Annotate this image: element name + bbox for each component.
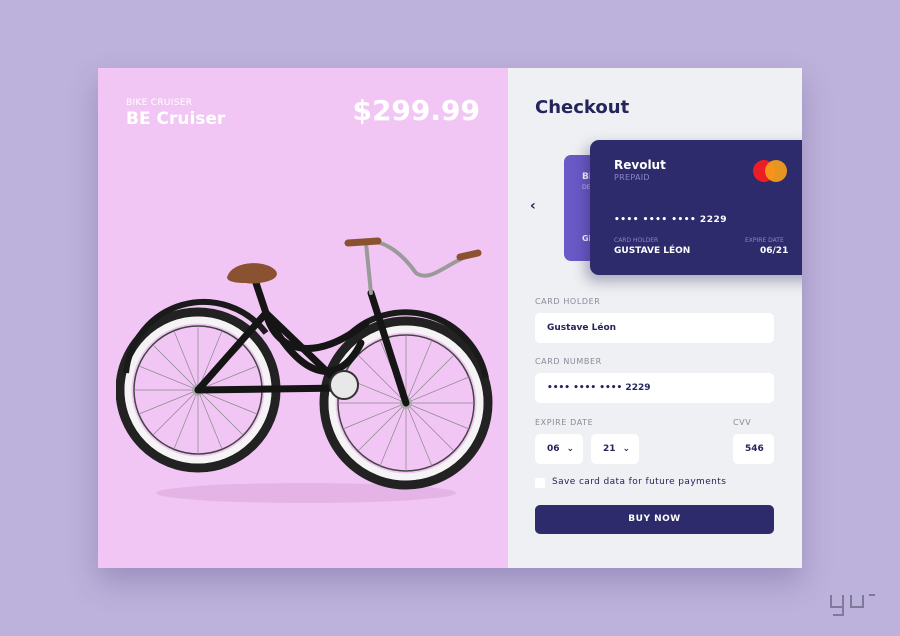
product-price: $299.99 [352, 94, 480, 127]
expire-month-value: 06 [547, 444, 560, 454]
cvv-field[interactable]: 546 [733, 434, 774, 464]
expire-date-label: EXPIRE DATE [535, 418, 594, 427]
card-number: •••• •••• •••• 2229 [614, 215, 727, 225]
product-panel: BIKE CRUISER BE Cruiser $299.99 [98, 68, 508, 568]
card-holder-field-label: CARD HOLDER [535, 297, 601, 306]
card-holder-label: CARD HOLDER [614, 237, 659, 244]
mastercard-logo-icon [753, 160, 789, 184]
card-number-field-label: CARD NUMBER [535, 357, 602, 366]
cvv-label: CVV [733, 418, 752, 427]
payment-panel: Checkout BN DE GI ‹ Revolut PREPAID ••••… [508, 68, 802, 568]
card-holder-name: GUSTAVE LÉON [614, 246, 691, 256]
card-bank-name: Revolut [614, 158, 666, 172]
card-expire-label: EXPIRE DATE [745, 237, 784, 244]
selected-card[interactable]: Revolut PREPAID •••• •••• •••• 2229 CARD… [590, 140, 802, 275]
expire-year-select[interactable]: 21 ⌄ [591, 434, 639, 464]
card-expire: 06/21 [760, 246, 789, 256]
buy-now-button[interactable]: BUY NOW [535, 505, 774, 534]
product-category: BIKE CRUISER [126, 98, 193, 108]
save-card-label: Save card data for future payments [552, 477, 727, 487]
card-number-field[interactable]: •••• •••• •••• 2229 [535, 373, 774, 403]
expire-year-value: 21 [603, 444, 616, 454]
expire-month-select[interactable]: 06 ⌄ [535, 434, 583, 464]
page-title: Checkout [535, 97, 630, 118]
product-name: BE Cruiser [126, 109, 226, 129]
bike-image [116, 237, 493, 503]
chevron-left-icon[interactable]: ‹ [530, 198, 546, 214]
chevron-down-icon: ⌄ [566, 444, 575, 454]
checkout-panel: BIKE CRUISER BE Cruiser $299.99 Checkout… [98, 68, 802, 568]
chevron-down-icon: ⌄ [622, 444, 631, 454]
card-type: PREPAID [614, 173, 650, 182]
designer-logo-icon [830, 594, 875, 616]
card-holder-field[interactable]: Gustave Léon [535, 313, 774, 343]
save-card-checkbox[interactable] [535, 478, 545, 488]
